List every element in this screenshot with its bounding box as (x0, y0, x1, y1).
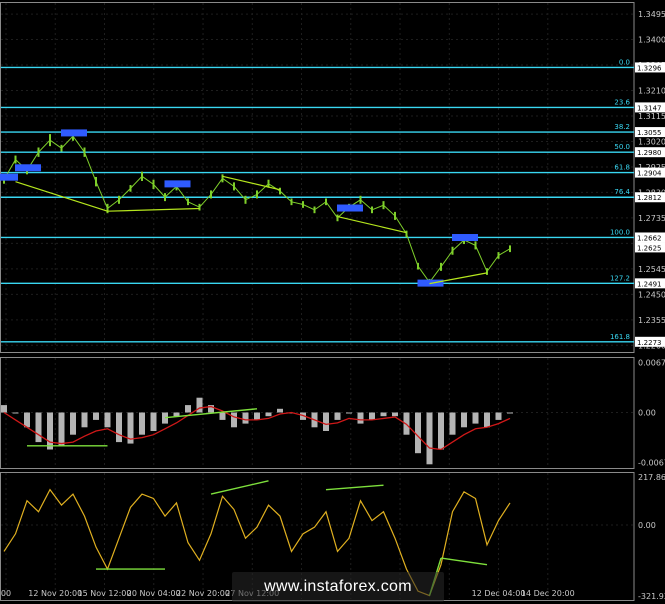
trend-line (222, 175, 281, 191)
macd-bar (81, 412, 88, 428)
y-tick-label: 1.3495 (638, 10, 665, 19)
fib-level-label: 76.4 (614, 188, 630, 196)
fib-price-label: 1.3296 (637, 64, 662, 72)
current-price-label: 1.2625 (637, 244, 662, 252)
level-marker (15, 164, 41, 172)
macd-bar (150, 412, 157, 431)
macd-bar (334, 412, 341, 420)
price-line (3, 135, 511, 284)
fib-level-label: 100.0 (610, 228, 630, 236)
macd-bar (392, 412, 398, 417)
forex-chart: 00 12 Nov 20:0015 Nov 12:0020 Nov 04:0022… (0, 2, 665, 601)
cci-divergence-line (325, 484, 384, 491)
fib-price-label: 1.2662 (637, 234, 662, 242)
trend-line (337, 215, 407, 234)
macd-bar (495, 412, 502, 420)
macd-bar (323, 412, 329, 431)
fib-price-label: 1.2980 (637, 149, 662, 157)
y-tick-label: 0.00 (638, 521, 656, 530)
fib-level-label: 61.8 (614, 164, 630, 172)
macd-bar (380, 412, 387, 417)
y-tick-label: 1.2545 (638, 265, 665, 274)
y-tick-label: 1.2735 (638, 214, 665, 223)
x-tick-label: 12 Dec 04:00 (472, 589, 526, 598)
macd-bar (12, 412, 19, 414)
macd-bar (24, 412, 30, 428)
macd-bar (116, 412, 122, 443)
macd-bar (369, 412, 375, 420)
y-tick-label: 1.2355 (638, 316, 665, 325)
y-tick-label: 0.00673 (638, 359, 665, 368)
macd-bar (70, 412, 76, 435)
level-marker (61, 129, 87, 137)
macd-bar (265, 412, 272, 417)
x-tick-label: 15 Nov 12:00 (78, 589, 132, 598)
fib-price-label: 1.2273 (637, 339, 662, 347)
fib-price-label: 1.3147 (637, 104, 662, 112)
y-tick-label: 0.00 (638, 409, 656, 418)
level-marker (337, 204, 363, 212)
watermark: www.instaforex.com (232, 572, 444, 602)
fib-level-label: 127.2 (610, 274, 630, 282)
trend-line (429, 272, 488, 285)
cci-divergence-line (210, 480, 269, 495)
y-tick-label: 1.3115 (638, 112, 665, 121)
macd-bar (346, 412, 352, 414)
macd-bar (426, 412, 433, 465)
macd-bar (357, 412, 364, 424)
level-marker (452, 234, 478, 242)
y-tick-label: -0.00675 (638, 458, 665, 467)
fib-price-label: 1.2812 (637, 194, 662, 202)
macd-bar (507, 412, 513, 414)
macd-bar (1, 405, 7, 413)
x-tick-label: 00 (1, 589, 11, 598)
macd-bar (449, 412, 456, 435)
y-tick-label: 1.2450 (638, 290, 665, 299)
macd-bar (277, 408, 283, 413)
macd-bar (472, 412, 479, 424)
macd-bar (58, 412, 65, 446)
fib-price-label: 1.2491 (637, 280, 662, 288)
y-tick-label: 1.3020 (638, 137, 665, 146)
macd-bar (219, 412, 226, 420)
fib-level-label: 38.2 (614, 123, 630, 131)
macd-bar (47, 412, 53, 450)
y-tick-label: 217.864 (638, 473, 665, 482)
macd-bar (231, 412, 237, 428)
x-tick-label: 20 Nov 04:00 (127, 589, 181, 598)
fib-level-label: 50.0 (614, 143, 630, 151)
y-tick-label: 1.3400 (638, 36, 665, 45)
fib-price-label: 1.3055 (637, 129, 662, 137)
cci-divergence-line (440, 557, 488, 566)
macd-bar (196, 397, 203, 413)
level-marker (0, 173, 18, 181)
macd-bar (484, 412, 490, 428)
x-tick-label: 22 Nov 20:00 (176, 589, 230, 598)
macd-bar (242, 412, 249, 424)
macd-bar (173, 412, 180, 417)
fib-level-label: 161.8 (610, 333, 630, 341)
fib-level-label: 23.6 (614, 98, 630, 106)
macd-bar (139, 412, 145, 435)
trend-line (15, 181, 108, 212)
x-tick-label: 12 Nov 20:00 (28, 589, 82, 598)
watermark-text: www.instaforex.com (264, 578, 412, 595)
macd-bar (438, 412, 444, 450)
macd-bar (35, 412, 42, 443)
fib-level-label: 0.0 (619, 58, 630, 66)
macd-bar (104, 412, 111, 428)
x-tick-label: 14 Dec 20:00 (521, 589, 575, 598)
y-tick-label: 1.3210 (638, 87, 665, 96)
macd-bar (93, 412, 99, 420)
macd-bar (185, 405, 191, 413)
macd-bar (461, 412, 467, 428)
macd-bar (254, 412, 260, 420)
macd-bar (415, 412, 421, 454)
level-marker (164, 180, 191, 188)
fib-price-label: 1.2904 (637, 170, 662, 178)
y-tick-label: -321.933 (638, 592, 665, 601)
